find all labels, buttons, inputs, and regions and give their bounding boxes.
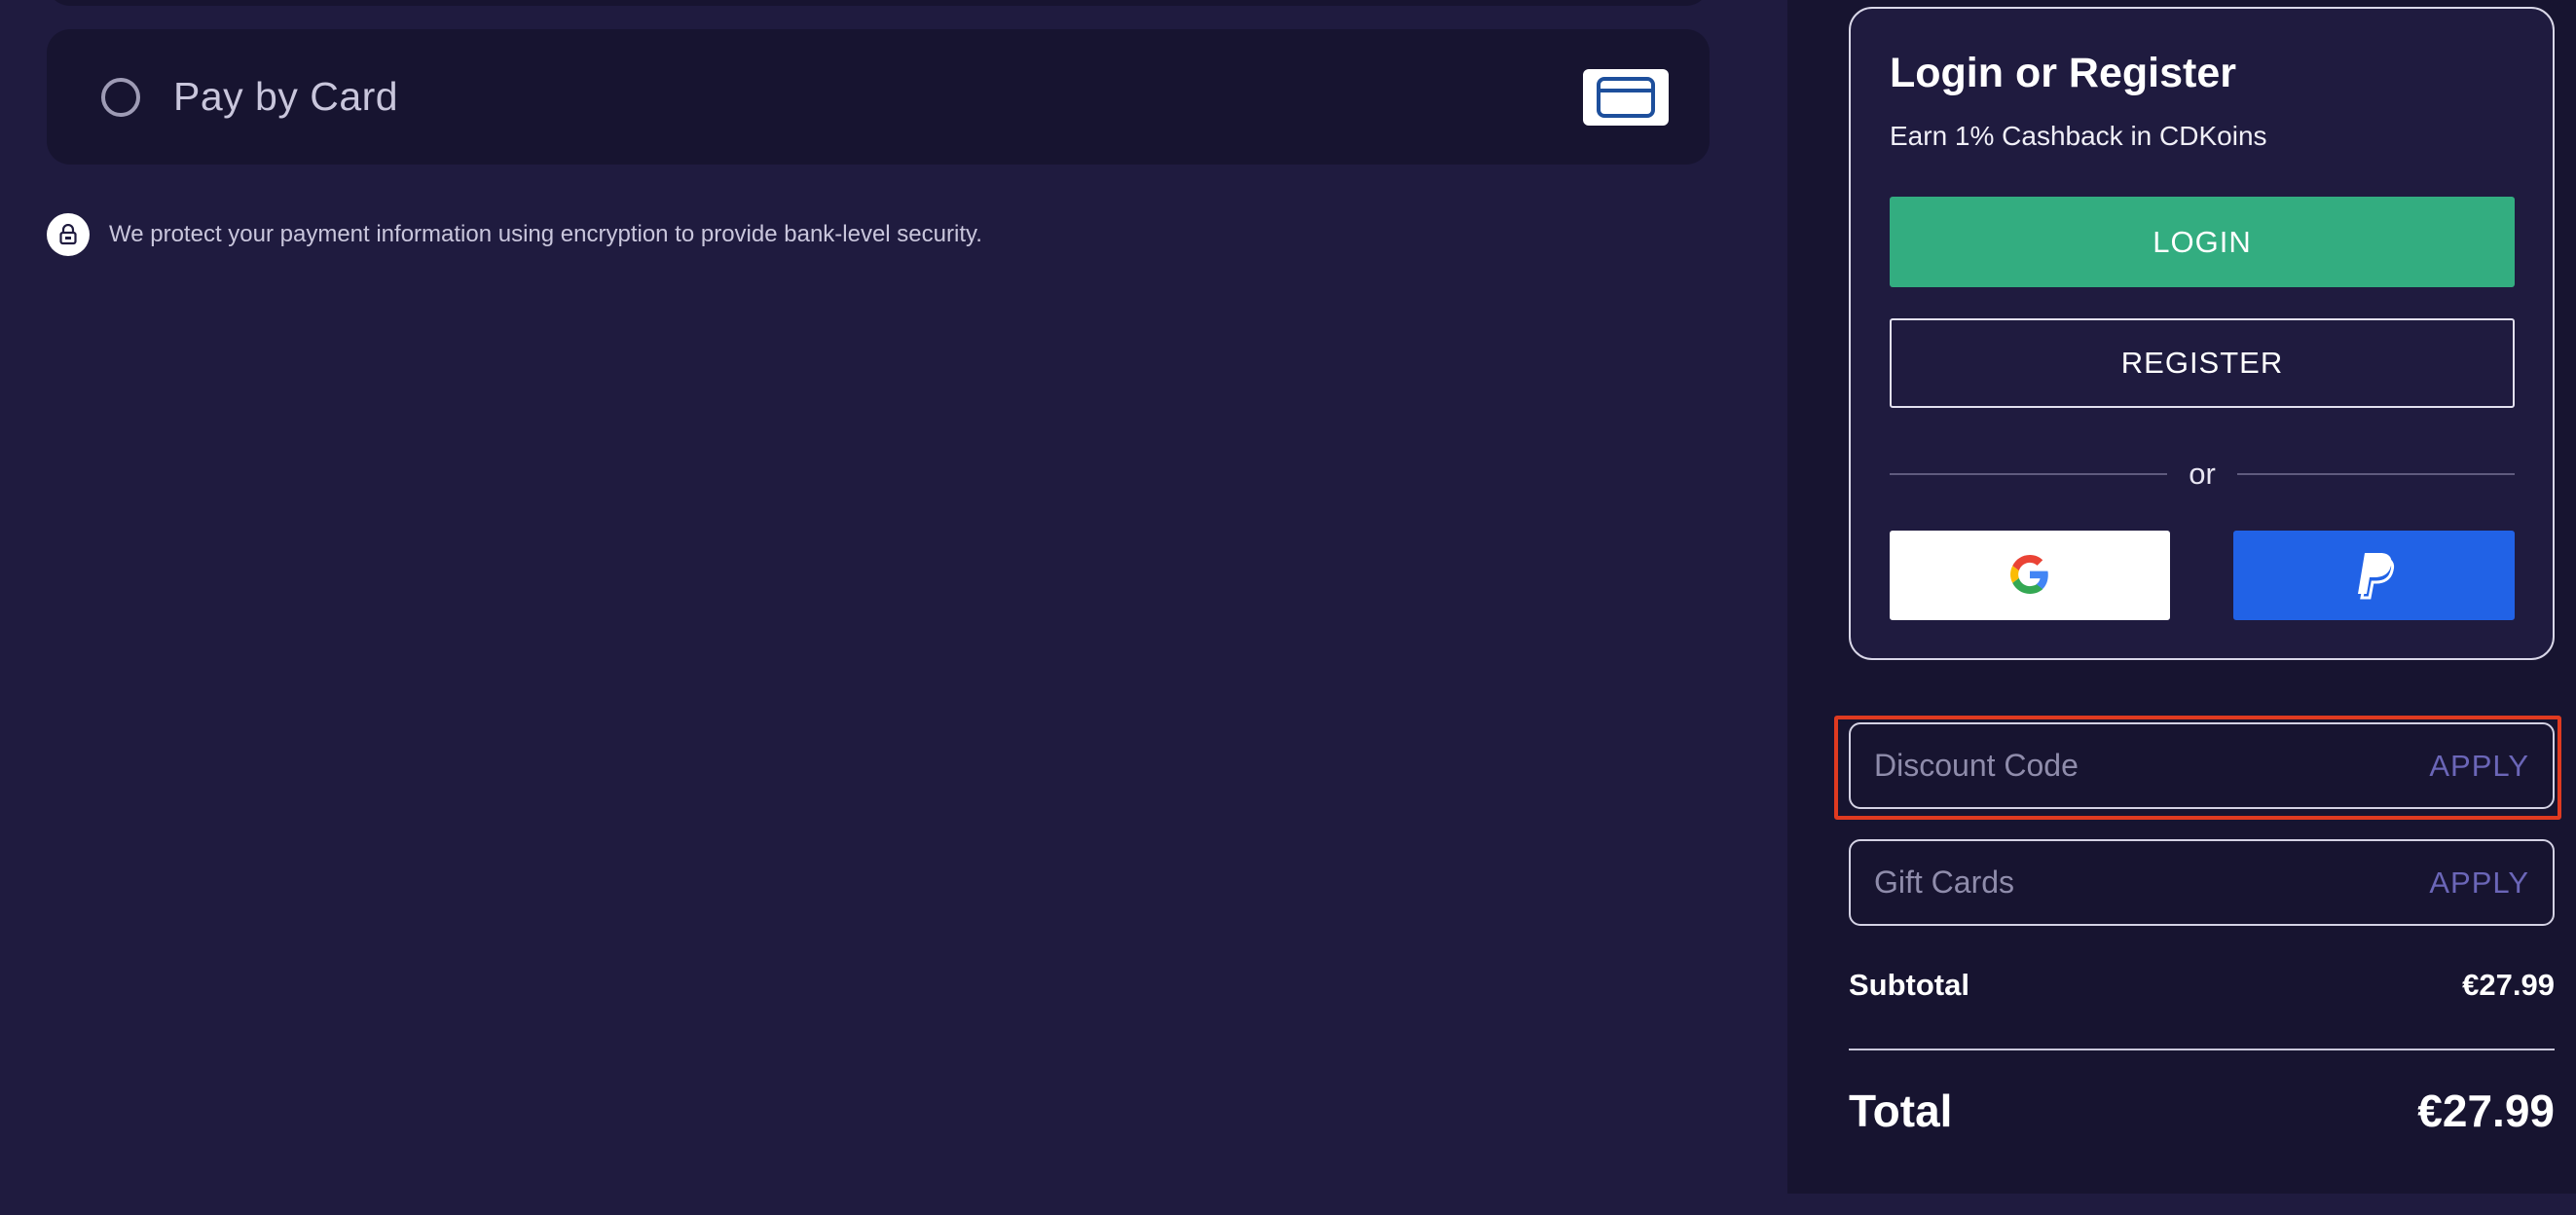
or-text: or xyxy=(2189,457,2216,491)
subtotal-row: Subtotal €27.99 xyxy=(1849,968,2555,1003)
total-label: Total xyxy=(1849,1086,1953,1136)
login-register-box: Login or Register Earn 1% Cashback in CD… xyxy=(1849,7,2555,660)
cashback-subtitle: Earn 1% Cashback in CDKoins xyxy=(1890,121,2267,151)
google-icon xyxy=(2010,554,2049,597)
register-button[interactable]: REGISTER xyxy=(1890,318,2515,408)
discount-code-input[interactable] xyxy=(1874,748,2430,784)
google-login-button[interactable] xyxy=(1890,531,2170,620)
apply-discount-button[interactable]: APPLY xyxy=(2429,749,2529,784)
paypal-icon xyxy=(2351,549,2398,603)
login-title: Login or Register xyxy=(1890,50,2236,96)
paypal-login-button[interactable] xyxy=(2233,531,2515,620)
subtotal-label: Subtotal xyxy=(1849,968,1969,1002)
security-notice: We protect your payment information usin… xyxy=(47,213,982,256)
subtotal-value: €27.99 xyxy=(2462,968,2555,1002)
pay-by-card-option[interactable]: Pay by Card xyxy=(47,29,1710,165)
apply-gift-card-button[interactable]: APPLY xyxy=(2429,865,2529,901)
radio-button[interactable] xyxy=(101,77,140,117)
divider-line xyxy=(2236,473,2516,475)
previous-payment-option xyxy=(47,0,1710,6)
gift-card-field[interactable]: APPLY xyxy=(1849,839,2555,926)
total-row: Total €27.99 xyxy=(1849,1085,2555,1137)
discount-code-field[interactable]: APPLY xyxy=(1849,722,2555,809)
login-button[interactable]: LOGIN xyxy=(1890,197,2515,287)
gift-card-input[interactable] xyxy=(1874,865,2430,901)
pay-by-card-label: Pay by Card xyxy=(173,74,399,119)
totals-divider xyxy=(1849,1049,2555,1050)
or-divider: or xyxy=(1890,455,2516,494)
lock-icon xyxy=(47,213,90,256)
credit-card-icon xyxy=(1583,69,1669,126)
total-value: €27.99 xyxy=(2417,1086,2555,1136)
divider-line xyxy=(1890,473,2168,475)
security-text: We protect your payment information usin… xyxy=(109,221,982,247)
